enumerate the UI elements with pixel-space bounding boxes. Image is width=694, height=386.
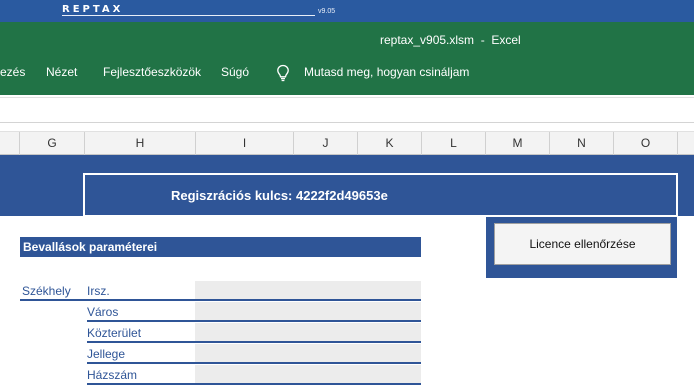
field-label: Közterület [87,326,142,340]
tab-fejlesztoeszkozok[interactable]: Fejlesztőeszközök [103,65,201,79]
varos-input[interactable] [195,302,421,320]
field-row-jellege: Jellege [20,343,421,364]
formula-bar[interactable] [0,95,694,123]
field-label: Irsz. [87,284,110,298]
licence-check-button[interactable]: Licence ellenőrzése [494,223,671,265]
brand-bar: REPTAX v9.05 [0,0,694,22]
field-label: Jellege [87,347,126,361]
column-headers: G H I J K L M N O [0,131,694,155]
field-underline [87,383,421,385]
hazszam-input[interactable] [195,365,421,383]
lightbulb-icon [277,64,289,82]
irsz-input[interactable] [195,281,421,299]
tab-sugo[interactable]: Súgó [221,65,249,79]
group-label-szekhely: Székhely [22,284,71,298]
section-header: Bevallások paraméterei [20,237,421,257]
registration-box: Regiszrációs kulcs: 4222f2d49653e [83,173,678,217]
column-header-l[interactable]: L [422,132,486,155]
column-header-j[interactable]: J [294,132,358,155]
column-header-g[interactable]: G [20,132,85,155]
column-header-k[interactable]: K [358,132,422,155]
brand-name: REPTAX [62,4,124,15]
field-label: Város [87,305,119,319]
field-label: Házszám [87,368,138,382]
column-header-h[interactable]: H [85,132,196,155]
excel-ribbon: reptax_v905.xlsm - Excel ezés Nézet Fejl… [0,22,694,95]
column-header-n[interactable]: N [550,132,614,155]
field-row-hazszam: Házszám [20,364,421,385]
jellege-input[interactable] [195,344,421,362]
section-title: Bevallások paraméterei [23,240,158,254]
tab-nezet[interactable]: Nézet [46,65,77,79]
brand-version: v9.05 [318,8,336,15]
kozterulet-input[interactable] [195,323,421,341]
column-header-o[interactable]: O [614,132,678,155]
registration-key: Regiszrációs kulcs: 4222f2d49653e [171,188,388,203]
column-header-partial[interactable] [0,132,20,155]
field-row-irsz: Székhely Irsz. [20,280,421,301]
column-header-m[interactable]: M [486,132,550,155]
window-title: reptax_v905.xlsm - Excel [380,33,521,47]
formula-divider [0,97,694,98]
field-row-kozterulet: Közterület [20,322,421,343]
tab-ezes[interactable]: ezés [0,65,25,79]
field-row-varos: Város [20,301,421,322]
column-header-i[interactable]: I [196,132,294,155]
brand-underline [62,15,315,16]
tell-me-label: Mutasd meg, hogyan csináljam [304,65,470,79]
